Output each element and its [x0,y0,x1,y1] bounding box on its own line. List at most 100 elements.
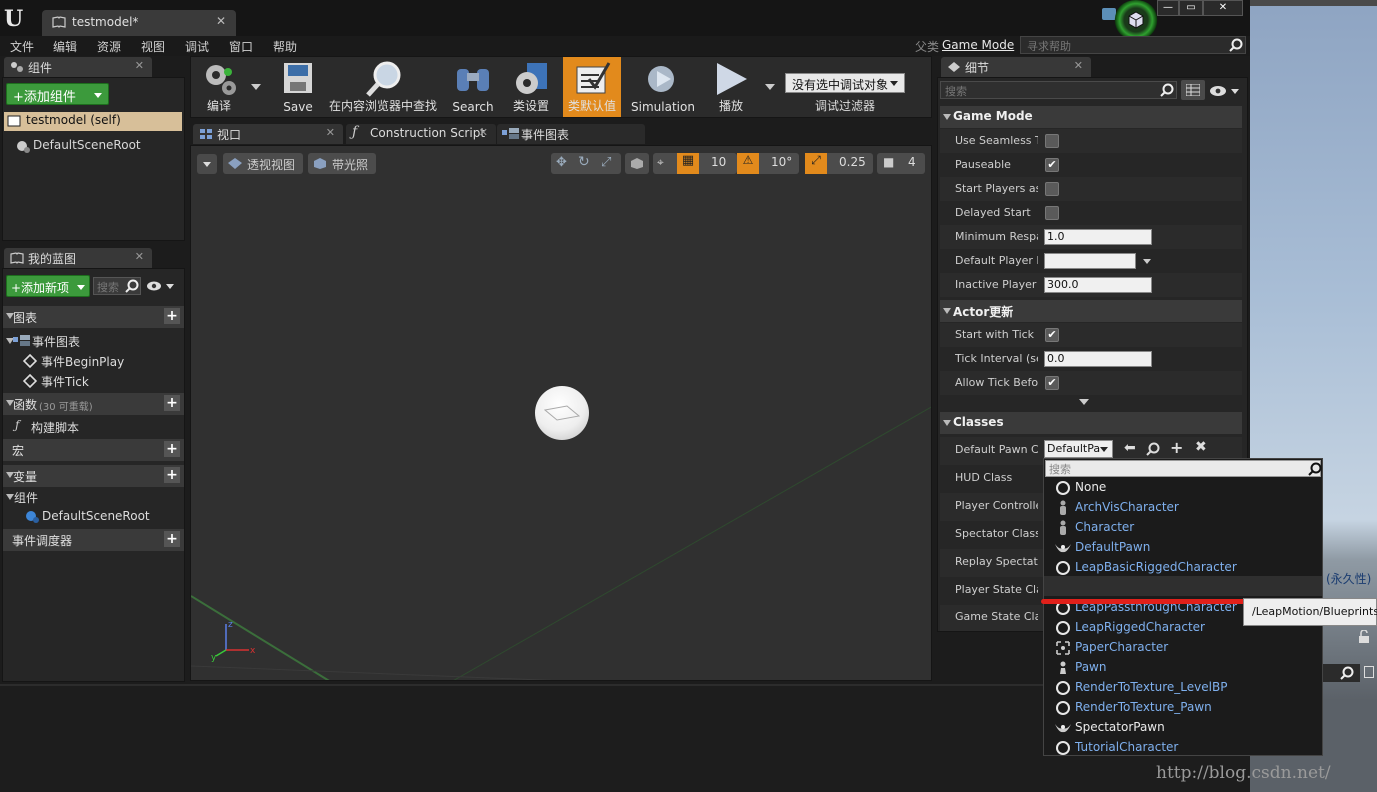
add-macro-button[interactable]: + [164,441,180,457]
help-search-input[interactable]: 寻求帮助 [1020,36,1246,54]
class-option-rendertotexture-pawn[interactable]: RenderToTexture_Pawn [1054,698,1322,718]
pauseable-checkbox[interactable]: ✔ [1045,158,1059,172]
view-options-eye-icon[interactable] [146,280,176,292]
details-search-input[interactable]: 搜索 [940,81,1177,99]
lock-icon[interactable] [1358,630,1370,644]
rotation-snap-value[interactable]: 10° [771,155,792,169]
game-mode-section-header[interactable]: Game Mode [940,106,1242,128]
menu-asset[interactable]: 资源 [97,38,121,55]
grid-snap-group[interactable]: ⌖ ▦ 10 [653,153,737,174]
event-begin-play-item[interactable]: 事件BeginPlay [3,351,184,371]
browse-search-icon[interactable] [1146,442,1160,456]
rotation-snap-icon[interactable]: ⚠ [737,153,759,174]
start-players-as-spectators-checkbox[interactable] [1045,182,1059,196]
close-window-button[interactable]: ✕ [1203,0,1243,16]
close-tab-icon[interactable]: ✕ [326,126,335,139]
tab-construction-script[interactable]: ƒ Construction Script ✕ [346,124,496,144]
class-option-spectatorpawn[interactable]: SpectatorPawn [1054,718,1322,738]
event-dispatchers-section-header[interactable]: 事件调度器 + [3,529,184,551]
class-option-pawn[interactable]: Pawn [1054,658,1322,678]
play-options-arrow-icon[interactable] [765,84,775,90]
scale-snap-value[interactable]: 0.25 [839,155,866,169]
world-local-toggle[interactable] [625,153,649,174]
close-tab-icon[interactable]: ✕ [1074,59,1083,72]
start-with-tick-enabled-checkbox[interactable]: ✔ [1045,328,1059,342]
use-selected-arrow-icon[interactable]: ⬅ [1124,440,1136,456]
class-option-archvischaracter[interactable]: ArchVisCharacter [1054,498,1322,518]
classes-section-header[interactable]: Classes [940,412,1242,434]
class-option-leapbasicriggedcharacter[interactable]: LeapBasicRiggedCharacter [1054,558,1322,578]
compile-options-arrow-icon[interactable] [251,84,261,90]
class-defaults-button[interactable]: 类默认值 [563,57,621,117]
macros-section-header[interactable]: 宏 + [3,439,184,461]
class-option-papercharacter[interactable]: PaperCharacter [1054,638,1322,658]
blueprint-viewport[interactable]: 透视视图 带光照 ✥ ↻ ⤢ ⌖ ▦ 10 ⚠ 10° ⤢ 0.25 ■ 4 z… [190,145,932,681]
my-blueprint-search-input[interactable]: 搜索 [93,277,141,295]
perspective-button[interactable]: 透视视图 [223,153,303,174]
search-button[interactable]: Search [447,57,499,117]
add-function-button[interactable]: + [164,395,180,411]
delayed-start-checkbox[interactable] [1045,206,1059,220]
tab-viewport[interactable]: 视口 ✕ [193,124,343,144]
actor-tick-section-header[interactable]: Actor更新 [940,300,1242,322]
components-category-item[interactable]: 组件 [3,487,184,507]
menu-view[interactable]: 视图 [141,38,165,55]
class-settings-button[interactable]: 类设置 [503,57,559,117]
component-item-self[interactable]: testmodel (self) [4,112,182,131]
variables-section-header[interactable]: 变量 + [3,465,184,487]
add-new-button[interactable]: +添加新项 [6,275,90,297]
rotate-icon[interactable]: ↻ [578,154,590,170]
clear-x-icon[interactable]: ✖ [1195,439,1207,455]
graphs-section-header[interactable]: 图表 + [3,306,184,328]
close-tab-icon[interactable]: ✕ [135,250,144,263]
debug-object-select[interactable]: 没有选中调试对象 [785,73,905,93]
browse-button[interactable]: 在内容浏览器中查找 [325,57,441,117]
close-tab-icon[interactable]: ✕ [135,59,144,72]
default-scene-root-variable[interactable]: DefaultSceneRoot [3,507,184,527]
functions-section-header[interactable]: 函数 (30 可重载) + [3,393,184,415]
compile-button[interactable]: 编译 [193,57,245,117]
event-tick-item[interactable]: 事件Tick [3,371,184,391]
add-event-dispatcher-button[interactable]: + [164,531,180,547]
event-graph-item[interactable]: 事件图表 [3,331,184,351]
menu-window[interactable]: 窗口 [229,38,253,55]
add-component-button[interactable]: +添加组件 [6,83,109,105]
advanced-expander[interactable] [940,395,1242,409]
lit-mode-button[interactable]: 带光照 [308,153,376,174]
save-level-icon[interactable] [1364,666,1374,678]
allow-tick-before-begin-play-checkbox[interactable]: ✔ [1045,376,1059,390]
tab-event-graph[interactable]: 事件图表 [497,124,645,144]
scale-snap-icon[interactable]: ⤢ [805,153,827,174]
class-option-none[interactable]: None [1054,478,1322,498]
simulation-button[interactable]: Simulation [627,57,699,117]
inactive-player-life-span-field[interactable]: 300.0 [1044,277,1152,293]
my-blueprint-tab[interactable]: 我的蓝图 ✕ [4,248,152,268]
components-tab[interactable]: 组件 ✕ [4,57,152,77]
property-matrix-button[interactable] [1181,80,1205,100]
add-graph-button[interactable]: + [164,308,180,324]
menu-file[interactable]: 文件 [10,38,34,55]
scale-icon[interactable]: ⤢ [601,155,611,170]
source-control-icon[interactable] [1114,0,1158,40]
close-tab-icon[interactable]: ✕ [216,14,226,28]
details-tab[interactable]: 细节 ✕ [941,57,1091,77]
rotation-snap-group[interactable]: ⚠ 10° [737,153,799,174]
class-picker-search-input[interactable]: 搜索 [1045,460,1322,477]
class-option-defaultpawn[interactable]: DefaultPawn [1054,538,1322,558]
document-tab[interactable]: testmodel* ✕ [42,10,236,36]
use-seamless-travel-checkbox[interactable] [1045,134,1059,148]
maximize-button[interactable]: ▭ [1179,0,1203,16]
grid-snap-icon[interactable]: ▦ [677,153,699,174]
default-pawn-class-combo[interactable]: DefaultPa [1044,440,1113,458]
class-option-character[interactable]: Character [1054,518,1322,538]
dropdown-arrow-icon[interactable] [1143,259,1151,264]
default-player-name-field[interactable] [1044,253,1136,269]
add-variable-button[interactable]: + [164,467,180,483]
class-option-rendertotexture-levelbp[interactable]: RenderToTexture_LevelBP [1054,678,1322,698]
play-button[interactable]: 播放 [705,57,757,117]
component-item-default-scene-root[interactable]: DefaultSceneRoot [4,137,182,156]
tick-interval-field[interactable]: 0.0 [1044,351,1152,367]
menu-debug[interactable]: 调试 [185,38,209,55]
scale-snap-group[interactable]: ⤢ 0.25 [805,153,873,174]
translate-icon[interactable]: ✥ [556,155,567,170]
